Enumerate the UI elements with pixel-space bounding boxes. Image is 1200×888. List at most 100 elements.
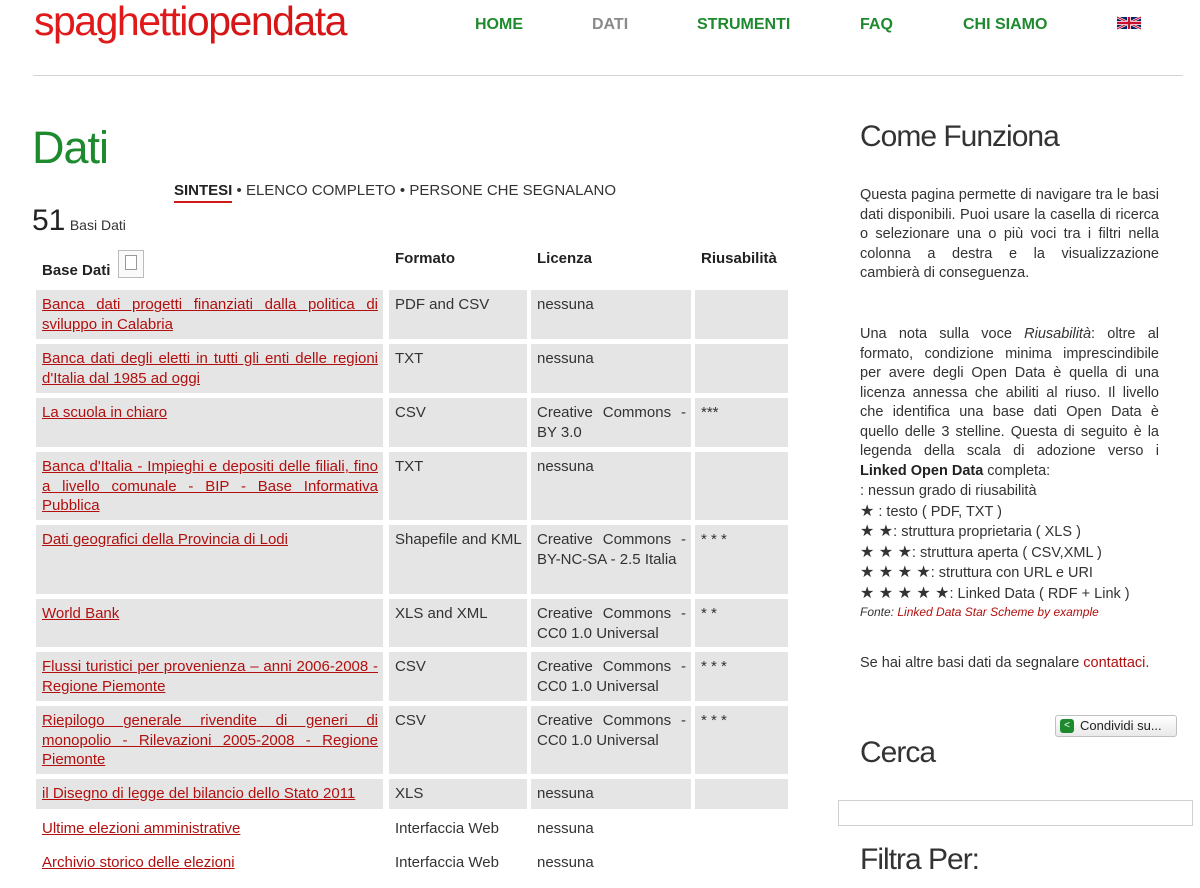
cell-formato-text: PDF and CSV xyxy=(395,296,490,313)
table-cell-name: Ultime elezioni amministrative xyxy=(36,814,383,844)
table-cell-name: Banca dati degli eletti in tutti gli ent… xyxy=(36,344,383,393)
table-cell-licenza: nessuna xyxy=(531,290,691,339)
table-cell-riusabilita xyxy=(695,452,788,520)
nav-strumenti[interactable]: STRUMENTI xyxy=(697,16,790,34)
contattaci-link[interactable]: contattaci xyxy=(1083,655,1145,671)
cell-licenza-text: Creative Commons - BY 3.0 xyxy=(537,404,686,441)
cell-wrap: Creative Commons - CC0 1.0 Universal xyxy=(537,604,686,643)
table-cell-name: La scuola in chiaro xyxy=(36,398,383,447)
table-cell-formato: CSV xyxy=(389,398,527,447)
table-cell-name: Riepilogo generale rivendite di generi d… xyxy=(36,706,383,774)
dataset-link[interactable]: Banca dati degli eletti in tutti gli ent… xyxy=(42,350,378,387)
cell-licenza-text: nessuna xyxy=(537,350,594,367)
main-nav: HOME DATI STRUMENTI FAQ CHI SIAMO xyxy=(0,16,1200,36)
cell-wrap: Banca d'Italia - Impieghi e depositi del… xyxy=(42,457,378,516)
reusability-legend: : nessun grado di riusabilità ★ : testo (… xyxy=(860,481,1159,604)
table-cell-formato: CSV xyxy=(389,652,527,701)
table-cell-licenza: nessuna xyxy=(531,779,691,809)
star-icons: ★ ★ ★ ★ xyxy=(860,564,931,581)
header-riusabilita[interactable]: Riusabilità xyxy=(701,250,777,267)
cell-wrap: Riepilogo generale rivendite di generi d… xyxy=(42,711,378,770)
sidebar-title-filtra: Filtra Per: xyxy=(860,843,980,876)
legend-line: ★ ★ ★ ★: struttura con URL e URI xyxy=(860,563,1159,584)
dataset-link[interactable]: Ultime elezioni amministrative xyxy=(42,820,240,837)
sidebar-intro: Questa pagina permette di navigare tra l… xyxy=(860,187,1159,281)
legend-text: : testo ( PDF, TXT ) xyxy=(874,503,1002,520)
cell-wrap: Interfaccia Web xyxy=(395,819,522,839)
legend-line: ★ ★: struttura proprietaria ( XLS ) xyxy=(860,522,1159,543)
table-cell-licenza: nessuna xyxy=(531,848,691,878)
table-cell-formato: Interfaccia Web xyxy=(389,814,527,844)
table-cell-name: Banca d'Italia - Impieghi e depositi del… xyxy=(36,452,383,520)
cell-wrap: Shapefile and KML xyxy=(395,530,522,550)
dataset-link[interactable]: La scuola in chiaro xyxy=(42,404,167,421)
nav-dati[interactable]: DATI xyxy=(592,16,628,34)
cell-licenza-text: nessuna xyxy=(537,854,594,871)
dataset-link[interactable]: Dati geografici della Provincia di Lodi xyxy=(42,531,288,548)
table-cell-licenza: Creative Commons - CC0 1.0 Universal xyxy=(531,706,691,774)
table-cell-riusabilita xyxy=(695,344,788,393)
table-cell-formato: TXT xyxy=(389,344,527,393)
nav-home[interactable]: HOME xyxy=(475,16,523,34)
nav-faq[interactable]: FAQ xyxy=(860,16,893,34)
share-button[interactable]: < Condividi su... xyxy=(1055,715,1177,737)
cell-wrap: La scuola in chiaro xyxy=(42,403,378,423)
legend-line: ★ ★ ★ ★ ★: Linked Data ( RDF + Link ) xyxy=(860,584,1159,605)
dataset-link[interactable]: Riepilogo generale rivendite di generi d… xyxy=(42,712,378,768)
subnav-persone[interactable]: PERSONE CHE SEGNALANO xyxy=(409,182,616,199)
cell-wrap: Dati geografici della Provincia di Lodi xyxy=(42,530,378,550)
dataset-link[interactable]: Banca d'Italia - Impieghi e depositi del… xyxy=(42,458,378,514)
cell-formato-text: XLS xyxy=(395,785,424,802)
cell-formato-text: CSV xyxy=(395,404,426,421)
header-base-dati[interactable]: Base Dati xyxy=(42,262,110,279)
cell-wrap: Flussi turistici per provenienza – anni … xyxy=(42,657,378,696)
cell-wrap: nessuna xyxy=(537,349,686,369)
export-document-icon[interactable] xyxy=(118,250,144,278)
search-input[interactable] xyxy=(838,800,1193,826)
dataset-link[interactable]: Flussi turistici per provenienza – anni … xyxy=(42,658,378,695)
cell-riusabilita-text: * * * xyxy=(701,712,727,729)
cell-formato-text: XLS and XML xyxy=(395,605,488,622)
cell-wrap: Creative Commons - BY-NC-SA - 2.5 Italia xyxy=(537,530,686,569)
dataset-link[interactable]: il Disegno di legge del bilancio dello S… xyxy=(42,785,355,802)
count-number: 51 xyxy=(32,204,66,237)
dataset-link[interactable]: World Bank xyxy=(42,605,119,622)
subnav-elenco-completo[interactable]: ELENCO COMPLETO xyxy=(246,182,396,199)
cell-formato-text: Interfaccia Web xyxy=(395,854,499,871)
legend-line: ★ : testo ( PDF, TXT ) xyxy=(860,502,1159,523)
cell-wrap: Creative Commons - CC0 1.0 Universal xyxy=(537,711,686,750)
header-licenza[interactable]: Licenza xyxy=(537,250,592,267)
table-cell-name: Flussi turistici per provenienza – anni … xyxy=(36,652,383,701)
cell-wrap: CSV xyxy=(395,657,522,677)
nota-term: Riusabilità xyxy=(1024,326,1092,342)
table-cell-licenza: nessuna xyxy=(531,814,691,844)
table-cell-formato: CSV xyxy=(389,706,527,774)
cell-licenza-text: nessuna xyxy=(537,296,594,313)
cell-wrap: XLS and XML xyxy=(395,604,522,624)
star-icons: ★ ★ ★ ★ ★ xyxy=(860,584,950,602)
table-cell-formato: XLS and XML xyxy=(389,599,527,647)
legend-text: : struttura proprietaria ( XLS ) xyxy=(893,524,1081,540)
star-icons: ★ ★ ★ xyxy=(860,543,912,561)
star-icons: ★ xyxy=(860,502,875,520)
cell-licenza-text: Creative Commons - CC0 1.0 Universal xyxy=(537,658,686,695)
dataset-link[interactable]: Archivio storico delle elezioni xyxy=(42,854,235,871)
fonte-link[interactable]: Linked Data Star Scheme by example xyxy=(897,605,1098,619)
cell-wrap: XLS xyxy=(395,784,522,804)
header-divider xyxy=(33,75,1183,76)
nota-end: completa: xyxy=(983,462,1051,479)
cell-wrap: PDF and CSV xyxy=(395,295,522,315)
cell-wrap: il Disegno di legge del bilancio dello S… xyxy=(42,784,378,804)
table-cell-licenza: nessuna xyxy=(531,452,691,520)
uk-flag-icon[interactable] xyxy=(1117,15,1141,31)
dataset-link[interactable]: Banca dati progetti finanziati dalla pol… xyxy=(42,296,378,333)
cell-wrap: TXT xyxy=(395,457,522,477)
cell-formato-text: Shapefile and KML xyxy=(395,531,522,548)
subnav-sintesi[interactable]: SINTESI xyxy=(174,182,233,203)
cell-wrap: Creative Commons - BY 3.0 xyxy=(537,403,686,442)
header-formato[interactable]: Formato xyxy=(395,250,455,267)
cell-wrap: CSV xyxy=(395,403,522,423)
nav-chi-siamo[interactable]: CHI SIAMO xyxy=(963,16,1047,34)
page-title: Dati xyxy=(32,122,109,173)
cell-licenza-text: nessuna xyxy=(537,785,594,802)
